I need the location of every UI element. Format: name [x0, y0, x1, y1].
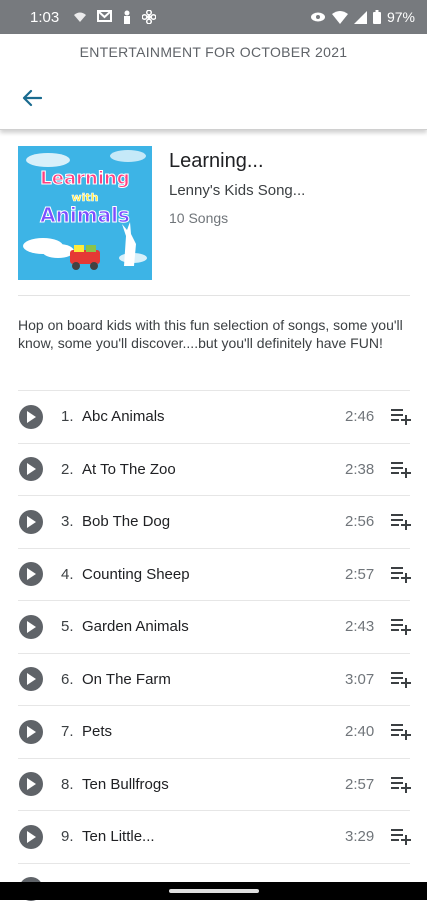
eye-icon: [310, 11, 326, 23]
track-number: 6.: [61, 671, 74, 688]
add-to-queue-icon[interactable]: [390, 775, 412, 795]
track-number: 4.: [61, 566, 74, 583]
app-header: ENTERTAINMENT FOR OCTOBER 2021: [0, 34, 427, 130]
add-to-queue-icon[interactable]: [390, 512, 412, 532]
track-duration: 2:57: [345, 776, 374, 793]
track-duration: 3:29: [345, 828, 374, 845]
play-icon: [26, 411, 36, 423]
wifi-calling-icon: [73, 10, 87, 24]
track-number: 9.: [61, 828, 74, 845]
track-row[interactable]: 4. Counting Sheep 2:57: [18, 548, 410, 601]
notification-icons: [73, 10, 156, 24]
signal-icon: [354, 11, 367, 24]
track-duration: 2:43: [345, 618, 374, 635]
play-button[interactable]: [19, 405, 43, 429]
track-row[interactable]: 9. Ten Little... 3:29: [18, 810, 410, 863]
play-icon: [26, 778, 36, 790]
play-icon: [26, 621, 36, 633]
add-to-queue-icon[interactable]: [390, 565, 412, 585]
track-number: 5.: [61, 618, 74, 635]
play-button[interactable]: [19, 720, 43, 744]
system-icons: 97%: [310, 9, 415, 25]
play-icon: [26, 673, 36, 685]
add-to-queue-icon[interactable]: [390, 722, 412, 742]
play-button[interactable]: [19, 772, 43, 796]
track-row[interactable]: 2. At To The Zoo 2:38: [18, 443, 410, 496]
track-name: At To The Zoo: [82, 461, 176, 478]
play-icon: [26, 568, 36, 580]
play-button[interactable]: [19, 562, 43, 586]
track-row[interactable]: 6. On The Farm 3:07: [18, 653, 410, 706]
album-artist: Lenny's Kids Song...: [169, 182, 305, 199]
track-name: On The Farm: [82, 671, 171, 688]
track-row[interactable]: 7. Pets 2:40: [18, 705, 410, 758]
track-duration: 2:57: [345, 566, 374, 583]
track-duration: 2:38: [345, 461, 374, 478]
track-row[interactable]: 8. Ten Bullfrogs 2:57: [18, 758, 410, 811]
track-number: 1.: [61, 408, 74, 425]
home-gesture-handle[interactable]: [169, 889, 259, 893]
add-to-queue-icon[interactable]: [390, 670, 412, 690]
battery-icon: [373, 10, 381, 24]
page-title: ENTERTAINMENT FOR OCTOBER 2021: [0, 44, 427, 60]
wifi-icon: [332, 11, 348, 24]
track-number: 7.: [61, 723, 74, 740]
track-name: Ten Bullfrogs: [82, 776, 169, 793]
play-icon: [26, 516, 36, 528]
track-duration: 3:07: [345, 671, 374, 688]
back-button[interactable]: [18, 86, 46, 110]
track-duration: 2:46: [345, 408, 374, 425]
arrow-back-icon: [22, 89, 42, 107]
play-icon: [26, 463, 36, 475]
play-button[interactable]: [19, 667, 43, 691]
play-button[interactable]: [19, 615, 43, 639]
track-name: Counting Sheep: [82, 566, 190, 583]
play-button[interactable]: [19, 825, 43, 849]
person-icon: [122, 10, 132, 24]
track-duration: 2:56: [345, 513, 374, 530]
play-icon: [26, 726, 36, 738]
fan-icon: [142, 10, 156, 24]
play-icon: [26, 831, 36, 843]
battery-percent: 97%: [387, 9, 415, 25]
track-name: Ten Little...: [82, 828, 155, 845]
track-number: 2.: [61, 461, 74, 478]
track-name: Pets: [82, 723, 112, 740]
track-duration: 2:40: [345, 723, 374, 740]
gmail-icon: [97, 10, 112, 22]
add-to-queue-icon[interactable]: [390, 407, 412, 427]
track-list: 1. Abc Animals 2:46 2. At To The Zoo 2:3…: [18, 390, 410, 915]
status-bar: 1:03 97%: [0, 0, 427, 34]
track-row[interactable]: 3. Bob The Dog 2:56: [18, 495, 410, 548]
album-cover-art: Learning with Animals: [18, 146, 152, 280]
album-header: Learning with Animals Learning... Lenny'…: [18, 146, 410, 296]
track-number: 3.: [61, 513, 74, 530]
song-count: 10 Songs: [169, 210, 228, 226]
track-row[interactable]: 1. Abc Animals 2:46: [18, 390, 410, 443]
cover-title-line1: Learning: [40, 168, 129, 189]
play-button[interactable]: [19, 457, 43, 481]
track-row[interactable]: 5. Garden Animals 2:43: [18, 600, 410, 653]
track-name: Garden Animals: [82, 618, 189, 635]
track-name: Bob The Dog: [82, 513, 170, 530]
add-to-queue-icon[interactable]: [390, 460, 412, 480]
album-title: Learning...: [169, 150, 264, 173]
play-button[interactable]: [19, 510, 43, 534]
cover-title-line3: Animals: [40, 203, 130, 227]
add-to-queue-icon[interactable]: [390, 827, 412, 847]
track-name: Abc Animals: [82, 408, 165, 425]
add-to-queue-icon[interactable]: [390, 617, 412, 637]
album-cover[interactable]: Learning with Animals: [18, 146, 152, 280]
system-nav-bar: [0, 882, 427, 900]
album-description: Hop on board kids with this fun selectio…: [18, 316, 410, 352]
status-time: 1:03: [30, 9, 59, 26]
track-number: 8.: [61, 776, 74, 793]
